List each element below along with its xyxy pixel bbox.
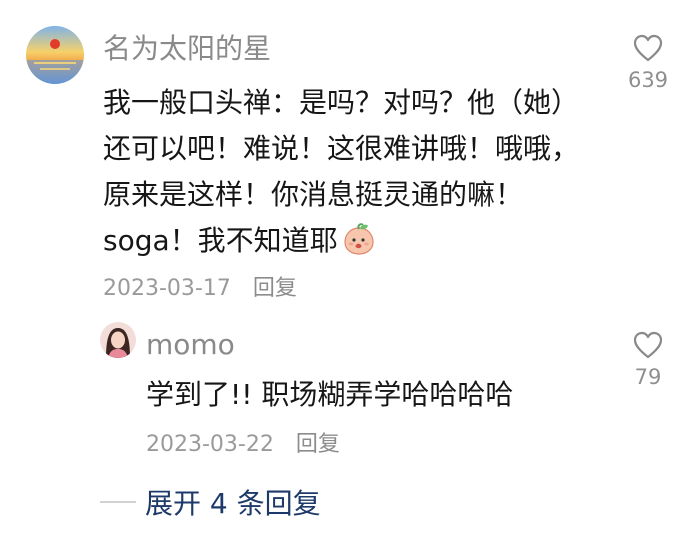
reply-date: 2023-03-22 <box>146 432 274 457</box>
reply-username[interactable]: momo <box>146 328 235 362</box>
comment-line: soga！我不知道耶 <box>103 224 338 257</box>
comment-like-button[interactable]: 639 <box>618 34 678 92</box>
expand-replies-label[interactable]: 展开 4 条回复 <box>145 482 321 522</box>
comment-line: 我一般口头禅：是吗？对吗？他（她） <box>103 86 580 119</box>
comment-line: 还可以吧！难说！这很难讲哦！哦哦， <box>103 132 580 165</box>
commenter-username[interactable]: 名为太阳的星 <box>103 32 271 66</box>
commenter-avatar[interactable] <box>26 26 84 84</box>
comment-meta: 2023-03-17 回复 <box>103 270 297 302</box>
comment-date: 2023-03-17 <box>103 276 231 301</box>
reply-text: 学到了!! 职场糊弄学哈哈哈哈 <box>146 378 514 411</box>
sunset-avatar-image <box>26 26 84 84</box>
reply-like-button[interactable]: 79 <box>618 331 678 389</box>
reply-user-avatar[interactable] <box>100 322 136 358</box>
heart-icon <box>633 331 663 359</box>
divider-line <box>100 501 136 503</box>
peach-emoji-icon <box>342 222 376 256</box>
like-count: 639 <box>627 68 669 92</box>
reply-button[interactable]: 回复 <box>296 432 340 457</box>
expand-replies-button[interactable]: 展开 4 条回复 <box>100 482 321 522</box>
user-photo-avatar-image <box>100 322 136 358</box>
heart-icon <box>633 34 663 62</box>
like-count: 79 <box>634 365 662 389</box>
reply-meta: 2023-03-22 回复 <box>146 426 340 458</box>
comment-line: 原来是这样！你消息挺灵通的嘛！ <box>103 178 524 211</box>
comment-text: 我一般口头禅：是吗？对吗？他（她） 还可以吧！难说！这很难讲哦！哦哦， 原来是这… <box>103 80 613 264</box>
comment-line-last: soga！我不知道耶 <box>103 218 613 264</box>
reply-button[interactable]: 回复 <box>253 276 297 301</box>
